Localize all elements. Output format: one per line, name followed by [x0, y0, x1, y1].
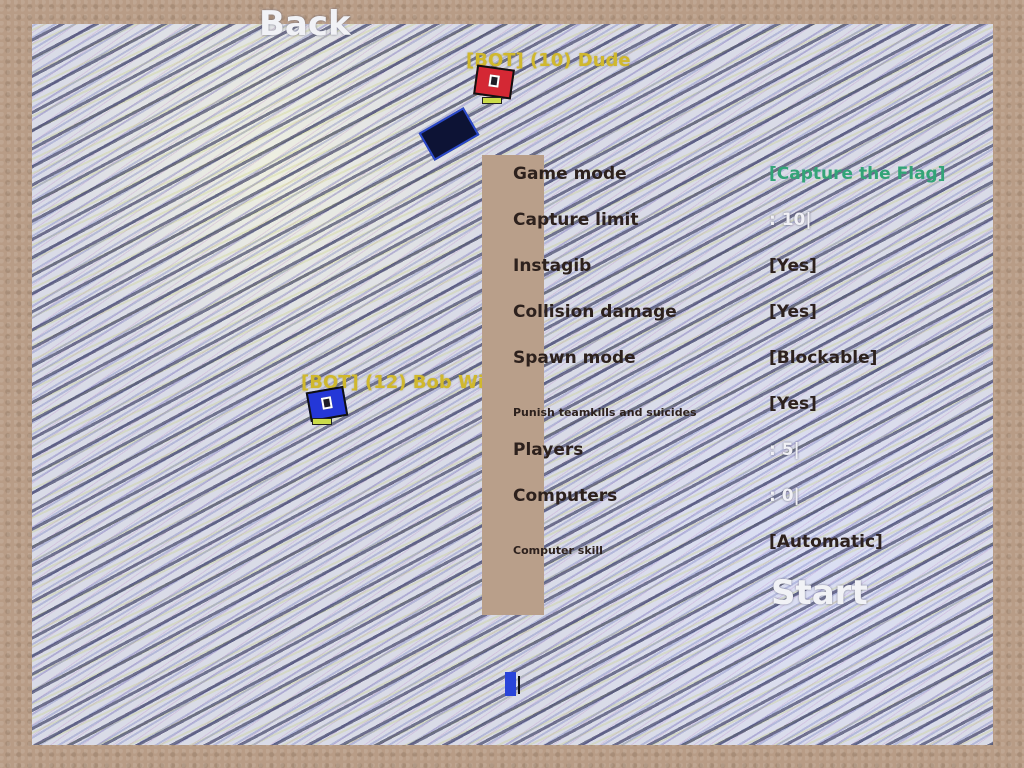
- computer-skill-value[interactable]: [Automatic]: [769, 532, 883, 552]
- blue-tank-turret-icon: [320, 396, 333, 410]
- collision-damage-value[interactable]: [Yes]: [769, 302, 817, 322]
- game-mode-label: Game mode: [513, 164, 627, 184]
- spawn-mode-value[interactable]: [Blockable]: [769, 348, 877, 368]
- spawn-mode-label: Spawn mode: [513, 348, 636, 368]
- collision-damage-label: Collision damage: [513, 302, 677, 322]
- punish-teamkills-value[interactable]: [Yes]: [769, 394, 817, 414]
- red-tank-turret-icon: [488, 74, 500, 88]
- instagib-value[interactable]: [Yes]: [769, 256, 817, 276]
- start-button[interactable]: Start: [771, 573, 868, 613]
- players-label: Players: [513, 440, 584, 460]
- computers-label: Computers: [513, 486, 618, 506]
- computer-skill-label: Computer skill: [513, 544, 603, 557]
- capture-limit-input[interactable]: : 10|: [769, 210, 812, 230]
- game-screen: Back [BOT] (10) Dude [BOT] (12) Bob Wire…: [0, 0, 1024, 768]
- blue-flag-icon: [505, 672, 520, 696]
- game-mode-value[interactable]: [Capture the Flag]: [769, 164, 945, 184]
- capture-limit-label: Capture limit: [513, 210, 639, 230]
- computers-input[interactable]: : 0|: [769, 486, 800, 506]
- back-button[interactable]: Back: [259, 4, 351, 44]
- red-tank-marker: [482, 97, 502, 104]
- instagib-label: Instagib: [513, 256, 592, 276]
- punish-teamkills-label: Punish teamkills and suicides: [513, 406, 697, 419]
- blue-tank-marker: [312, 418, 332, 425]
- players-input[interactable]: : 5|: [769, 440, 800, 460]
- red-tank-icon: [473, 64, 515, 100]
